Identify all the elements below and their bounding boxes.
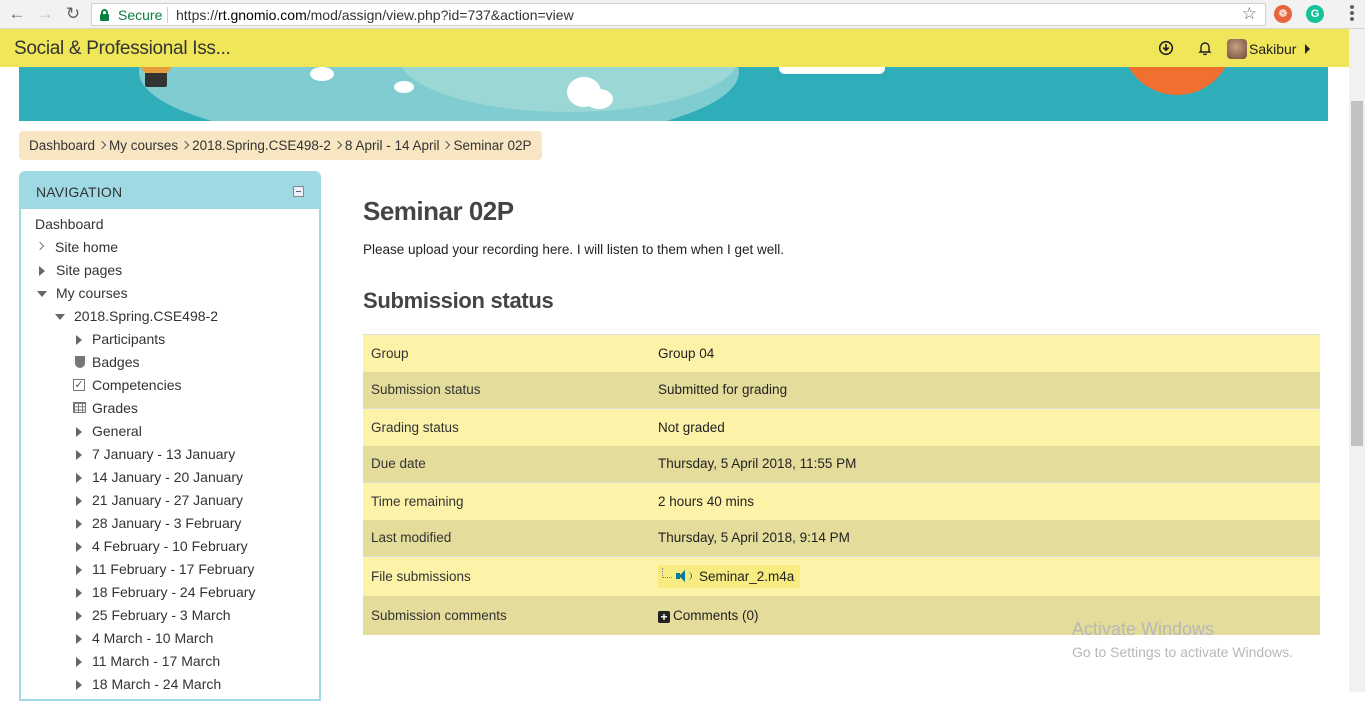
- row-value: Thursday, 5 April 2018, 11:55 PM: [658, 456, 857, 472]
- expand-arrow-icon: [76, 335, 82, 345]
- back-icon[interactable]: ←: [7, 4, 27, 24]
- table-row: File submissions Seminar_2.m4a: [363, 556, 1320, 596]
- browser-menu-icon[interactable]: [1350, 5, 1354, 23]
- table-row: Submission status Submitted for grading: [363, 371, 1320, 409]
- table-icon: [73, 402, 86, 413]
- submission-status-heading: Submission status: [363, 288, 554, 313]
- breadcrumb: Dashboard My courses 2018.Spring.CSE498-…: [19, 131, 542, 160]
- lock-icon: [100, 9, 109, 21]
- bookmark-star-icon[interactable]: ☆: [1242, 4, 1257, 24]
- row-value: Thursday, 5 April 2018, 9:14 PM: [658, 530, 850, 546]
- breadcrumb-separator-icon: [182, 141, 188, 150]
- navigation-title: NAVIGATION: [36, 184, 123, 200]
- site-navbar: Social & Professional Iss... Sakibur: [0, 29, 1349, 67]
- breadcrumb-dashboard[interactable]: Dashboard: [29, 138, 95, 153]
- grammarly-icon[interactable]: G: [1306, 5, 1324, 23]
- breadcrumb-separator-icon: [335, 141, 341, 150]
- address-bar[interactable]: Secure https://rt.gnomio.com/mod/assign/…: [91, 3, 1266, 26]
- expand-arrow-icon: [76, 588, 82, 598]
- expand-arrow-icon: [76, 519, 82, 529]
- url-text[interactable]: https://rt.gnomio.com/mod/assign/view.ph…: [176, 7, 574, 23]
- watermark-title: Activate Windows: [1072, 619, 1215, 639]
- breadcrumb-section[interactable]: 8 April - 14 April: [345, 138, 440, 153]
- site-title[interactable]: Social & Professional Iss...: [14, 38, 231, 60]
- scrollbar-thumb[interactable]: [1351, 101, 1363, 446]
- row-label: Submission status: [371, 382, 481, 398]
- breadcrumb-course[interactable]: 2018.Spring.CSE498-2: [192, 138, 331, 153]
- expand-arrow-icon: [76, 542, 82, 552]
- page-title: Seminar 02P: [363, 196, 514, 226]
- notifications-bell-icon[interactable]: [1197, 40, 1213, 56]
- row-value: Submitted for grading: [658, 382, 788, 398]
- caret-right-icon: [1305, 44, 1310, 54]
- assignment-intro: Please upload your recording here. I wil…: [363, 242, 784, 257]
- tree-connector: [662, 568, 672, 579]
- row-label: Last modified: [371, 530, 452, 546]
- row-label: File submissions: [371, 568, 471, 584]
- extension-icon[interactable]: ❁: [1274, 5, 1292, 23]
- forward-icon[interactable]: →: [35, 4, 55, 24]
- table-row: Last modified Thursday, 5 April 2018, 9:…: [363, 519, 1320, 557]
- table-row: Group Group 04: [363, 334, 1320, 372]
- file-submission: Seminar_2.m4a: [658, 564, 801, 588]
- breadcrumb-separator-icon: [99, 141, 105, 150]
- expand-arrow-icon: [76, 680, 82, 690]
- row-value: 2 hours 40 mins: [658, 493, 755, 509]
- row-value: Not graded: [658, 419, 725, 435]
- table-row: Time remaining 2 hours 40 mins: [363, 482, 1320, 520]
- expand-arrow-icon: [39, 266, 45, 276]
- plus-icon[interactable]: +: [658, 610, 670, 623]
- shield-icon: [75, 356, 85, 368]
- browser-toolbar: ← → ↻ Secure https://rt.gnomio.com/mod/a…: [0, 0, 1365, 29]
- expand-arrow-icon: [76, 473, 82, 483]
- breadcrumb-separator-icon: [443, 141, 449, 150]
- expand-arrow-icon: [76, 657, 82, 667]
- breadcrumb-my-courses[interactable]: My courses: [109, 138, 178, 153]
- row-label: Submission comments: [371, 607, 507, 623]
- row-label: Time remaining: [371, 493, 464, 509]
- collapse-arrow-icon: [37, 291, 47, 297]
- navigation-block: NAVIGATION Dashboard Site home Site page…: [19, 171, 321, 701]
- page-scrollbar[interactable]: [1349, 29, 1365, 692]
- course-banner: [19, 67, 1328, 121]
- audio-file-icon: [676, 570, 692, 583]
- file-link[interactable]: Seminar_2.m4a: [699, 569, 794, 584]
- submission-status-table: Group Group 04 Submission status Submitt…: [363, 334, 1320, 635]
- user-name: Sakibur: [1249, 41, 1297, 57]
- table-row: Due date Thursday, 5 April 2018, 11:55 P…: [363, 445, 1320, 483]
- table-row: Grading status Not graded: [363, 408, 1320, 446]
- collapse-block-icon[interactable]: [293, 186, 304, 197]
- row-value: Group 04: [658, 345, 715, 361]
- breadcrumb-current[interactable]: Seminar 02P: [453, 138, 531, 153]
- row-value: Seminar_2.m4a: [650, 557, 1320, 596]
- watermark-subtitle: Go to Settings to activate Windows.: [1072, 644, 1293, 660]
- row-label: Due date: [371, 456, 426, 472]
- expand-arrow-icon: [76, 611, 82, 621]
- expand-arrow-icon: [76, 450, 82, 460]
- collapse-arrow-icon: [55, 314, 65, 320]
- row-label: Group: [371, 345, 409, 361]
- chevron-right-icon: [35, 241, 45, 251]
- omnibox-divider: [167, 7, 168, 23]
- expand-arrow-icon: [76, 565, 82, 575]
- reload-icon[interactable]: ↻: [63, 4, 83, 24]
- messages-icon[interactable]: [1158, 40, 1174, 56]
- expand-arrow-icon: [76, 634, 82, 644]
- expand-arrow-icon: [76, 427, 82, 437]
- comments-link[interactable]: Comments (0): [673, 608, 759, 623]
- navigation-header: NAVIGATION: [21, 173, 319, 209]
- row-label: Grading status: [371, 419, 459, 435]
- expand-arrow-icon: [76, 496, 82, 506]
- secure-label: Secure: [118, 7, 163, 23]
- avatar: [1227, 39, 1247, 59]
- activate-windows-watermark: Activate Windows Go to Settings to activ…: [1072, 619, 1293, 660]
- checkbox-icon: ✓: [73, 379, 85, 391]
